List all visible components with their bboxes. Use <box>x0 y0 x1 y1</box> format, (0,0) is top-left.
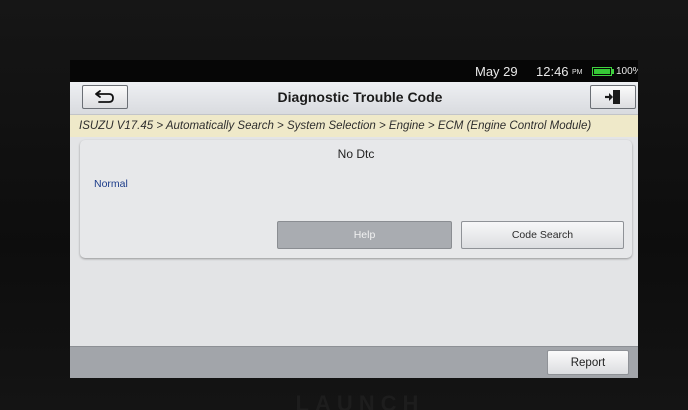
status-time: 12:46 <box>536 64 569 79</box>
device-screen: May 29 12:46 PM 100% Diagnostic Trouble … <box>70 60 638 378</box>
status-date: May 29 <box>475 64 518 79</box>
back-button[interactable] <box>82 85 128 109</box>
status-bar: May 29 12:46 PM 100% <box>70 60 638 82</box>
report-button[interactable]: Report <box>547 350 629 375</box>
status-ampm: PM <box>572 69 583 76</box>
battery-tip <box>612 69 614 74</box>
breadcrumb: ISUZU V17.45 > Automatically Search > Sy… <box>70 115 638 137</box>
title-bar: Diagnostic Trouble Code <box>70 82 638 115</box>
dtc-result-card: No Dtc Normal Help Code Search <box>80 140 632 258</box>
battery-icon <box>592 67 612 76</box>
exit-button[interactable] <box>590 85 636 109</box>
help-button[interactable]: Help <box>277 221 452 249</box>
page-title: Diagnostic Trouble Code <box>277 89 443 105</box>
dtc-result-title: No Dtc <box>337 147 375 161</box>
battery-percent: 100% <box>616 66 638 77</box>
back-arrow-icon <box>95 90 114 103</box>
code-search-button[interactable]: Code Search <box>461 221 624 249</box>
exit-door-icon <box>605 90 620 104</box>
dtc-status-text: Normal <box>94 178 128 190</box>
device-brand-logo: LAUNCH <box>295 392 425 410</box>
bottom-toolbar: Report <box>70 346 638 378</box>
battery-level-fill <box>594 69 610 74</box>
